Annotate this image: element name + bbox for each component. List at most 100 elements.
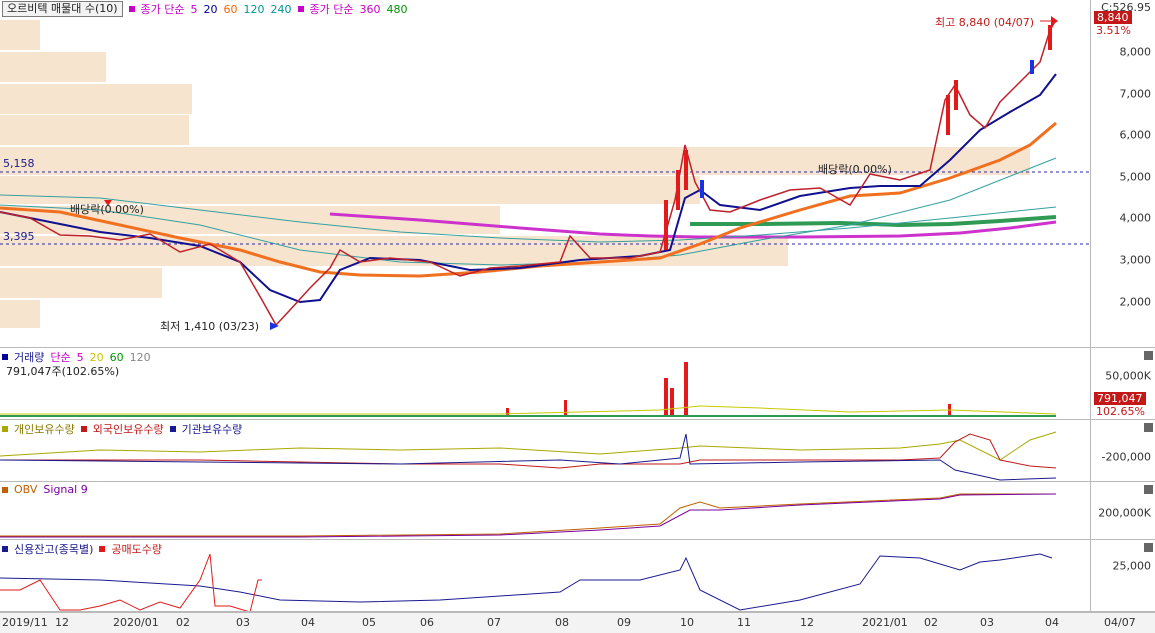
obv-chart[interactable]: [0, 482, 1090, 540]
candle: [676, 170, 680, 210]
legend-square-icon: [2, 546, 8, 552]
legend-square-icon: [2, 486, 8, 493]
ma-480-line: [690, 215, 1057, 228]
volume-ma-5: 5: [76, 350, 84, 364]
ytick: 3,000: [1119, 253, 1152, 267]
institution-holdings-line: [0, 433, 1057, 481]
date-axis: 2019/11 12 2020/01 02 03 04 05 06 07 08 …: [0, 612, 1155, 633]
xtick: 2019/11: [2, 616, 48, 629]
obv-axis: 200,000K: [1090, 482, 1155, 539]
candle: [1048, 25, 1052, 50]
xtick: 05: [362, 616, 376, 629]
volume-ytick: 50,000K: [1105, 369, 1151, 383]
legend-square-icon: [2, 426, 8, 432]
xtick: 02: [176, 616, 190, 629]
profile-bar: [0, 115, 189, 145]
xtick: 02: [924, 616, 938, 629]
candles: [664, 25, 1052, 250]
xtick: 12: [800, 616, 814, 629]
candle: [1030, 60, 1034, 74]
volume-chart[interactable]: [0, 348, 1090, 420]
obv-pane[interactable]: OBV Signal 9 200,000K: [0, 482, 1155, 540]
ytick: 6,000: [1119, 128, 1152, 142]
ma-5: 5: [190, 2, 198, 16]
signal-label: Signal 9: [43, 483, 88, 496]
legend-square-icon: [80, 426, 87, 432]
xtick: 2021/01: [862, 616, 908, 629]
volume-badge: 791,047: [1094, 392, 1146, 405]
xtick: 04: [1045, 616, 1059, 629]
volume-ma-120: 120: [129, 350, 151, 364]
candle: [700, 180, 704, 198]
pane-close-icon[interactable]: [1144, 351, 1153, 360]
pane-close-icon[interactable]: [1144, 485, 1153, 494]
high-label: 최고 8,840 (04/07): [935, 16, 1035, 29]
ma-label: 종가 단순: [140, 3, 185, 16]
xtick: 10: [680, 616, 694, 629]
obv-label: OBV: [14, 483, 38, 496]
volume-bar: [670, 388, 674, 416]
ytick: 7,000: [1119, 87, 1152, 101]
ma-240: 240: [270, 2, 292, 16]
volume-pane[interactable]: 거래량 단순 5 20 60 120 791,047주(102.65%) 50,…: [0, 348, 1155, 420]
stock-title-button[interactable]: 오르비텍 매물대 수(10): [2, 1, 123, 17]
price-legend: 오르비텍 매물대 수(10) 종가 단순 5 20 60 120 240 종가 …: [2, 1, 408, 17]
legend-square-icon: [99, 546, 106, 552]
credit-pane[interactable]: 신용잔고(종목별) 공매도수량 25,000: [0, 540, 1155, 612]
candle: [946, 95, 950, 135]
candle: [954, 80, 958, 110]
price-axis: C:526.95 8,840 3.51% 8,000 7,000 6,000 5…: [1090, 0, 1155, 347]
holders-axis: -200,000: [1090, 420, 1155, 481]
profile-bar: [0, 84, 192, 114]
xtick: 08: [555, 616, 569, 629]
dividend-label-1: 배당락(0.00%): [70, 203, 144, 216]
credit-label: 신용잔고(종목별): [14, 543, 94, 556]
obv-legend: OBV Signal 9: [2, 483, 88, 496]
legend-square-icon: [297, 6, 304, 12]
price-pane[interactable]: 오르비텍 매물대 수(10) 종가 단순 5 20 60 120 240 종가 …: [0, 0, 1155, 348]
legend-square-icon: [128, 6, 135, 12]
short-selling-line: [0, 553, 262, 611]
credit-balance-line: [0, 553, 1053, 611]
ytick: 8,000: [1119, 45, 1152, 59]
volume-badge-pct: 102.65%: [1096, 405, 1145, 418]
obv-line: [0, 493, 1056, 537]
credit-axis: 25,000: [1090, 540, 1155, 611]
xtick: 12: [55, 616, 69, 629]
individual-label: 개인보유수량: [14, 423, 75, 436]
holders-ytick: -200,000: [1101, 450, 1151, 464]
ma-360: 360: [359, 2, 381, 16]
credit-chart[interactable]: [0, 540, 1090, 612]
legend-square-icon: [2, 354, 8, 360]
volume-bar: [564, 400, 567, 416]
xtick-end: 04/07: [1104, 616, 1136, 629]
ma-60: 60: [223, 2, 238, 16]
pct-label: 3.51%: [1096, 24, 1131, 37]
foreign-label: 외국인보유수량: [92, 423, 164, 436]
ma-20: 20: [203, 2, 218, 16]
price-chart[interactable]: [0, 0, 1090, 348]
volume-bar: [664, 378, 668, 416]
price-badge: 8,840: [1094, 11, 1132, 24]
holders-pane[interactable]: 개인보유수량 외국인보유수량 기관보유수량 -200,000: [0, 420, 1155, 482]
xtick: 04: [301, 616, 315, 629]
pane-close-icon[interactable]: [1144, 423, 1153, 432]
candle: [684, 150, 688, 190]
xtick: 06: [420, 616, 434, 629]
volume-value: 791,047주(102.65%): [6, 365, 120, 378]
credit-ytick: 25,000: [1112, 559, 1152, 573]
volume-axis: 50,000K 791,047 102.65%: [1090, 348, 1155, 419]
obv-ytick: 200,000K: [1098, 506, 1151, 520]
volume-bars: [506, 362, 951, 416]
holders-legend: 개인보유수량 외국인보유수량 기관보유수량: [2, 421, 242, 437]
profile-bar: [0, 268, 162, 298]
volume-ma-20: 20: [89, 350, 104, 364]
ytick: 4,000: [1119, 211, 1152, 225]
profile-bar: [0, 52, 106, 82]
ma-120: 120: [243, 2, 265, 16]
volume-bar: [506, 408, 509, 416]
candle: [664, 200, 668, 250]
pane-close-icon[interactable]: [1144, 543, 1153, 552]
signal-line: [0, 493, 1057, 538]
xtick: 07: [487, 616, 501, 629]
